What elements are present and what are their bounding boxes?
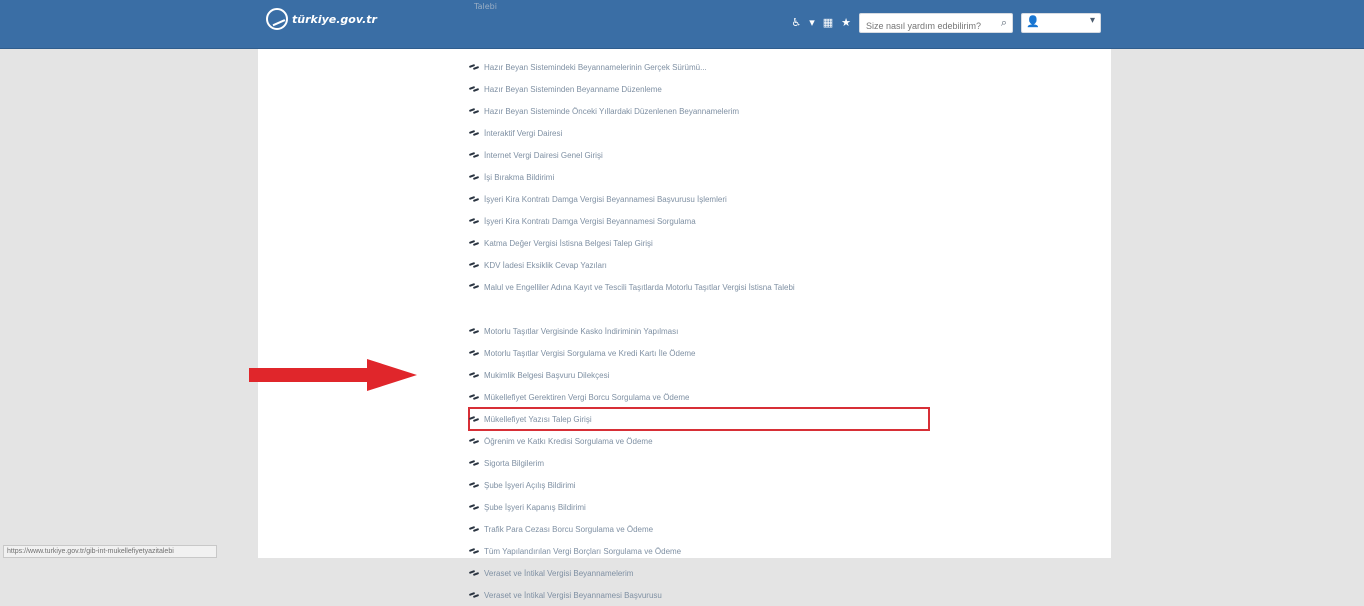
header-inner: türkiye.gov.tr ♿ ▾ ▦ ★ ⌕ 👤 ▾ <box>258 0 1111 48</box>
search-icon[interactable]: ⌕ <box>1001 16 1007 30</box>
list-item[interactable]: Katma Değer Vergisi İstisna Belgesi Tale… <box>469 232 929 254</box>
list-item-label: İnternet Vergi Dairesi Genel Girişi <box>484 150 603 160</box>
list-item[interactable]: Hazır Beyan Sisteminde Önceki Yıllardaki… <box>469 100 929 122</box>
list-item-label: Sigorta Bilgilerim <box>484 458 545 468</box>
link-icon <box>469 107 479 115</box>
list-item[interactable]: Şube İşyeri Kapanış Bildirimi <box>469 496 929 518</box>
list-item-label: İşyeri Kira Kontratı Damga Vergisi Beyan… <box>484 194 727 204</box>
list-item-label: Veraset ve İntikal Vergisi Beyannamesi B… <box>484 590 662 600</box>
link-icon <box>469 459 479 467</box>
list-item[interactable]: Hazır Beyan Sisteminden Beyanname Düzenl… <box>469 78 929 100</box>
list-item-label: Şube İşyeri Açılış Bildirimi <box>484 480 576 490</box>
list-item-label: KDV İadesi Eksiklik Cevap Yazıları <box>484 260 607 270</box>
turkiye-gov-logo[interactable]: türkiye.gov.tr <box>266 8 377 30</box>
list-item-label: Trafik Para Cezası Borcu Sorgulama ve Öd… <box>484 524 654 534</box>
link-icon <box>469 173 479 181</box>
list-item-label: İşi Bırakma Bildirimi <box>484 172 555 182</box>
link-icon <box>469 63 479 71</box>
link-icon <box>469 349 479 357</box>
accessibility-dropdown[interactable]: ▾ <box>809 13 815 33</box>
list-item-label: Veraset ve İntikal Vergisi Beyannameleri… <box>484 568 634 578</box>
link-icon <box>469 437 479 445</box>
list-item-label: Hazır Beyan Sisteminde Önceki Yıllardaki… <box>484 106 740 116</box>
list-item-label: Katma Değer Vergisi İstisna Belgesi Tale… <box>484 238 653 248</box>
list-item-label: Motorlu Taşıtlar Vergisinde Kasko İndiri… <box>484 326 679 336</box>
link-icon <box>469 327 479 335</box>
list-item[interactable]: Veraset ve İntikal Vergisi Beyannameleri… <box>469 562 929 584</box>
list-item[interactable]: Motorlu Taşıtlar Vergisi Sorgulama ve Kr… <box>469 342 929 364</box>
red-arrow-icon <box>249 359 417 391</box>
link-icon <box>469 239 479 247</box>
link-icon <box>469 217 479 225</box>
list-item[interactable]: İşyeri Kira Kontratı Damga Vergisi Beyan… <box>469 188 929 210</box>
list-item[interactable]: Öğrenim ve Katkı Kredisi Sorgulama ve Öd… <box>469 430 929 452</box>
list-item-label: Hazır Beyan Sistemindeki Beyannamelerini… <box>484 62 707 72</box>
list-item-label: Şube İşyeri Kapanış Bildirimi <box>484 502 586 512</box>
link-icon <box>469 85 479 93</box>
link-icon <box>469 393 479 401</box>
search-input[interactable] <box>860 17 1002 35</box>
link-icon <box>469 195 479 203</box>
link-icon <box>469 503 479 511</box>
star-icon[interactable]: ★ <box>841 13 851 33</box>
list-item-label: Tüm Yapılandırılan Vergi Borçları Sorgul… <box>484 546 682 556</box>
link-icon <box>469 371 479 379</box>
list-item[interactable]: Şube İşyeri Açılış Bildirimi <box>469 474 929 496</box>
search-box[interactable]: ⌕ <box>859 13 1013 35</box>
browser-status-bar: https://www.turkiye.gov.tr/gib-int-mukel… <box>3 545 217 558</box>
accessibility-icon[interactable]: ♿ <box>791 13 801 33</box>
cut-off-text: Talebi <box>474 2 497 11</box>
list-item-label: İşyeri Kira Kontratı Damga Vergisi Beyan… <box>484 216 696 226</box>
list-item-label: Öğrenim ve Katkı Kredisi Sorgulama ve Öd… <box>484 436 653 446</box>
link-icon <box>469 481 479 489</box>
list-item[interactable]: Mukimlik Belgesi Başvuru Dilekçesi <box>469 364 929 386</box>
logo-text: türkiye.gov.tr <box>292 12 377 26</box>
header-tools: ♿ ▾ ▦ ★ ⌕ 👤 ▾ <box>791 13 1101 35</box>
list-item-label: Hazır Beyan Sisteminden Beyanname Düzenl… <box>484 84 662 94</box>
link-icon <box>469 261 479 269</box>
site-header: türkiye.gov.tr ♿ ▾ ▦ ★ ⌕ 👤 ▾ <box>0 0 1364 49</box>
link-icon <box>469 129 479 137</box>
link-icon <box>469 415 479 423</box>
list-item-label: Malul ve Engelliler Adına Kayıt ve Tesci… <box>484 283 795 292</box>
chevron-down-icon: ▾ <box>1089 15 1095 26</box>
user-menu[interactable]: 👤 ▾ <box>1021 13 1101 33</box>
link-icon <box>469 569 479 577</box>
list-item-label: Motorlu Taşıtlar Vergisi Sorgulama ve Kr… <box>484 348 696 358</box>
link-icon <box>469 591 479 599</box>
logo-mark-icon <box>266 8 288 30</box>
highlighted-list-item[interactable]: Mükellefiyet Yazısı Talep Girişi <box>468 407 930 431</box>
list-item[interactable]: KDV İadesi Eksiklik Cevap Yazıları <box>469 254 929 276</box>
list-item[interactable]: Veraset ve İntikal Vergisi Beyannamesi B… <box>469 584 929 606</box>
link-icon <box>469 282 479 290</box>
list-item[interactable]: İşyeri Kira Kontratı Damga Vergisi Beyan… <box>469 210 929 232</box>
list-item-label: Mukimlik Belgesi Başvuru Dilekçesi <box>484 370 610 380</box>
list-item[interactable]: Motorlu Taşıtlar Vergisinde Kasko İndiri… <box>469 320 929 342</box>
link-icon <box>469 151 479 159</box>
list-item[interactable]: Malul ve Engelliler Adına Kayıt ve Tesci… <box>469 276 929 320</box>
list-item[interactable]: Tüm Yapılandırılan Vergi Borçları Sorgul… <box>469 540 929 562</box>
list-item[interactable]: İnteraktif Vergi Dairesi <box>469 122 929 144</box>
user-icon: 👤 <box>1026 15 1040 28</box>
link-icon <box>469 547 479 555</box>
list-item-label: Mükellefiyet Yazısı Talep Girişi <box>484 414 592 424</box>
list-item-label: İnteraktif Vergi Dairesi <box>484 128 563 138</box>
list-item[interactable]: Hazır Beyan Sistemindeki Beyannamelerini… <box>469 56 929 78</box>
list-item[interactable]: Sigorta Bilgilerim <box>469 452 929 474</box>
list-item[interactable]: Trafik Para Cezası Borcu Sorgulama ve Öd… <box>469 518 929 540</box>
list-item-label: Mükellefiyet Gerektiren Vergi Borcu Sorg… <box>484 392 690 402</box>
list-item[interactable]: İnternet Vergi Dairesi Genel Girişi <box>469 144 929 166</box>
list-item[interactable]: Mükellefiyet Gerektiren Vergi Borcu Sorg… <box>469 386 929 408</box>
grid-icon[interactable]: ▦ <box>823 13 833 33</box>
list-item[interactable]: İşi Bırakma Bildirimi <box>469 166 929 188</box>
service-list: Hazır Beyan Sistemindeki Beyannamelerini… <box>468 56 930 606</box>
link-icon <box>469 525 479 533</box>
